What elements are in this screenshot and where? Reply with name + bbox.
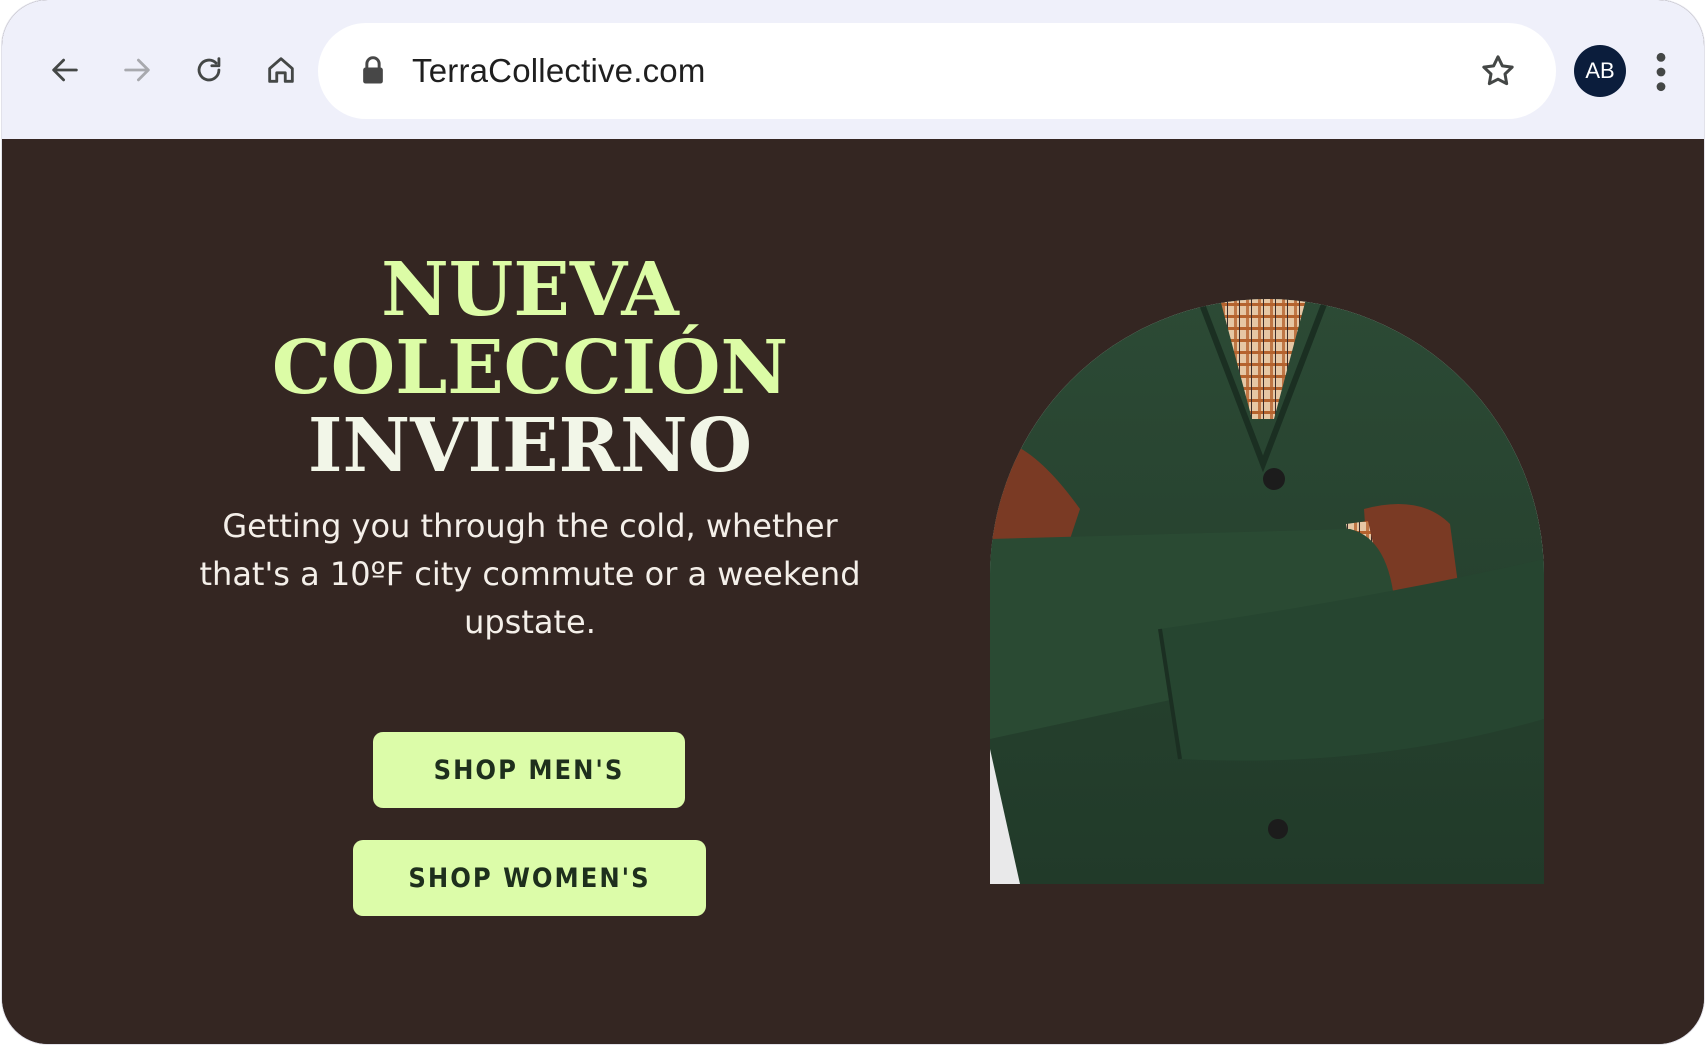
home-button[interactable] bbox=[257, 46, 305, 94]
back-button[interactable] bbox=[41, 46, 89, 94]
kebab-menu-icon[interactable] bbox=[1644, 50, 1678, 94]
profile-avatar[interactable]: AB bbox=[1574, 45, 1626, 97]
headline-line-3: INVIERNO bbox=[307, 403, 753, 489]
hero-headline: NUEVA COLECCIÓN INVIERNO bbox=[192, 251, 868, 485]
hero-product-image bbox=[990, 299, 1544, 884]
shop-mens-button[interactable]: SHOP MEN'S bbox=[373, 732, 685, 808]
forward-button[interactable] bbox=[113, 46, 161, 94]
hero-subtext: Getting you through the cold, whether th… bbox=[199, 507, 861, 641]
lock-icon bbox=[363, 56, 383, 84]
reload-button[interactable] bbox=[185, 46, 233, 94]
headline-line-1: NUEVA bbox=[381, 247, 679, 333]
url-text[interactable]: TerraCollective.com bbox=[412, 23, 706, 119]
hero-section: NUEVA COLECCIÓN INVIERNO Getting you thr… bbox=[2, 139, 1704, 1044]
star-icon[interactable] bbox=[1478, 51, 1518, 91]
forward-arrow-icon bbox=[124, 58, 150, 82]
home-icon bbox=[268, 57, 294, 83]
browser-toolbar: TerraCollective.com AB bbox=[2, 0, 1704, 139]
back-arrow-icon bbox=[52, 58, 78, 82]
headline-line-2: COLECCIÓN bbox=[271, 325, 789, 411]
cardigan-model-illustration bbox=[990, 299, 1544, 884]
reload-icon bbox=[197, 57, 221, 82]
shop-womens-button[interactable]: SHOP WOMEN'S bbox=[353, 840, 706, 916]
address-bar[interactable]: TerraCollective.com bbox=[318, 23, 1556, 119]
browser-window: TerraCollective.com AB NUEVA COLECCIÓN I… bbox=[2, 0, 1704, 1044]
